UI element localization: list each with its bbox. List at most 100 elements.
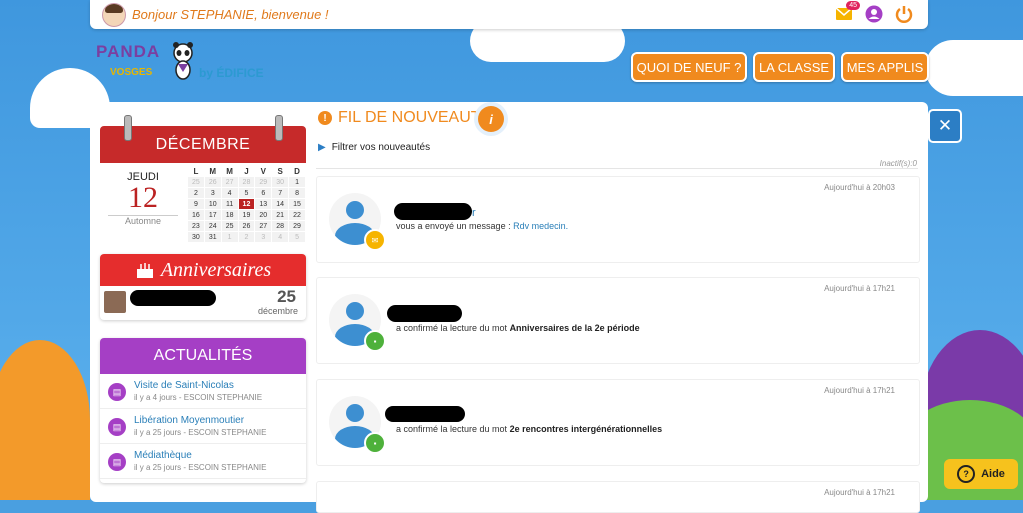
calendar-widget: DÉCEMBRE JEUDI 12 Automne L M M J V S D 25 26 27 2… xyxy=(100,115,306,250)
actualite-item[interactable]: ▤ Médiathèque il y a 25 jours - ESCOIN S… xyxy=(100,444,306,479)
calendar-day[interactable]: 22 xyxy=(288,209,306,221)
calendar-ring-icon xyxy=(124,115,132,141)
card-text: vous a envoyé un message : Rdv medecin. xyxy=(396,221,568,231)
cake-icon xyxy=(136,263,153,278)
calendar-day[interactable]: 13 xyxy=(254,198,273,210)
card-action: a confirmé la lecture du mot xyxy=(396,323,510,333)
nav-la-classe-button[interactable]: LA CLASSE xyxy=(753,52,835,82)
feed-card[interactable]: Aujourd'hui à 17h21 xyxy=(316,481,920,513)
calendar-day[interactable]: 29 xyxy=(288,220,306,232)
calendar-day[interactable]: 1 xyxy=(288,176,306,188)
logo-edifice: by ÉDIFICE xyxy=(199,66,264,80)
calendar-day[interactable]: 18 xyxy=(220,209,239,221)
calendar-day[interactable]: 28 xyxy=(271,220,290,232)
calendar-day[interactable]: 31 xyxy=(203,231,222,243)
power-icon[interactable] xyxy=(894,4,914,24)
calendar-day[interactable]: 19 xyxy=(237,209,256,221)
calendar-day[interactable]: 26 xyxy=(203,176,222,188)
calendar-day[interactable]: 24 xyxy=(203,220,222,232)
actualite-title[interactable]: Visite de Saint-Nicolas xyxy=(134,380,234,391)
calendar-season: Automne xyxy=(108,215,178,226)
calendar-day[interactable]: 25 xyxy=(187,176,205,188)
feed-card[interactable]: Aujourd'hui à 17h21 ▪ a confirmé la lect… xyxy=(316,379,920,466)
calendar-weekday-header: L xyxy=(187,165,205,177)
logo-panda: PANDA xyxy=(96,42,161,61)
card-name-tail: r xyxy=(472,207,476,219)
aide-button[interactable]: ? Aide xyxy=(944,459,1018,489)
calendar-day[interactable]: 7 xyxy=(271,187,290,199)
calendar-day[interactable]: 4 xyxy=(271,231,290,243)
calendar-day[interactable]: 20 xyxy=(254,209,273,221)
info-button[interactable]: i xyxy=(478,106,504,132)
inactive-count: Inactif(s):0 xyxy=(879,159,917,168)
calendar-day[interactable]: 5 xyxy=(288,231,306,243)
calendar-day[interactable]: 2 xyxy=(237,231,256,243)
calendar-day[interactable]: 21 xyxy=(271,209,290,221)
calendar-day[interactable]: 6 xyxy=(254,187,273,199)
feed-card[interactable]: Aujourd'hui à 20h03 ✉ r vous a envoyé un… xyxy=(316,176,920,263)
calendar-day[interactable]: 11 xyxy=(220,198,239,210)
calendar-day[interactable]: 1 xyxy=(220,231,239,243)
calendar-day[interactable]: 27 xyxy=(254,220,273,232)
top-bar: Bonjour STEPHANIE, bienvenue ! 45 xyxy=(90,0,928,29)
card-subject[interactable]: Anniversaires de la 2e période xyxy=(510,323,640,333)
calendar-day[interactable]: 30 xyxy=(187,231,205,243)
calendar-day[interactable]: 15 xyxy=(288,198,306,210)
calendar-day[interactable]: 28 xyxy=(237,176,256,188)
card-link[interactable]: Rdv medecin. xyxy=(513,221,568,231)
calendar-day[interactable]: 23 xyxy=(187,220,205,232)
calendar-day[interactable]: 30 xyxy=(271,176,290,188)
calendar-day[interactable]: 9 xyxy=(187,198,205,210)
messages-badge: 45 xyxy=(846,1,860,10)
newspaper-icon: ▤ xyxy=(108,453,126,471)
calendar-day[interactable]: 14 xyxy=(271,198,290,210)
calendar-day[interactable]: 8 xyxy=(288,187,306,199)
birthday-month: décembre xyxy=(257,306,298,316)
alert-icon: ! xyxy=(318,111,332,125)
anniversaires-title: Anniversaires xyxy=(160,258,272,281)
feed-card[interactable]: Aujourd'hui à 17h21 ▪ a confirmé la lect… xyxy=(316,277,920,364)
calendar-day[interactable]: 26 xyxy=(237,220,256,232)
tools-icon[interactable]: ✕ xyxy=(928,109,962,143)
mail-icon[interactable]: 45 xyxy=(834,1,860,24)
actualite-item[interactable]: ▤ Visite de Saint-Nicolas il y a 4 jours… xyxy=(100,374,306,409)
filter-toggle[interactable]: ▶ Filtrer vos nouveautés xyxy=(318,142,430,153)
actualite-title[interactable]: Médiathèque xyxy=(134,450,192,461)
chat-icon: ▪ xyxy=(364,432,386,454)
calendar-day[interactable]: 17 xyxy=(203,209,222,221)
calendar-day[interactable]: 5 xyxy=(237,187,256,199)
calendar-day[interactable]: 4 xyxy=(220,187,239,199)
card-action: a confirmé la lecture du mot xyxy=(396,424,510,434)
calendar-grid: L M M J V S D 25 26 27 28 29 30 1 2 3 4 5 6 7 8 9 10 11 12 13 14 15… xyxy=(187,165,306,243)
user-icon[interactable] xyxy=(864,4,884,24)
calendar-day[interactable]: 3 xyxy=(203,187,222,199)
actualite-title[interactable]: Libération Moyenmoutier xyxy=(134,415,244,426)
calendar-day[interactable]: 3 xyxy=(254,231,273,243)
card-time: Aujourd'hui à 17h21 xyxy=(824,386,895,395)
greeting-text: Bonjour STEPHANIE, bienvenue ! xyxy=(132,7,329,22)
calendar-day[interactable]: 2 xyxy=(187,187,205,199)
actualite-item[interactable]: ▤ Libération Moyenmoutier il y a 25 jour… xyxy=(100,409,306,444)
nav-quoi-de-neuf-button[interactable]: QUOI DE NEUF ? xyxy=(631,52,747,82)
calendar-day[interactable]: 12 xyxy=(237,198,256,210)
birthday-avatar[interactable] xyxy=(104,291,126,313)
redacted-name xyxy=(130,290,216,306)
redacted-name xyxy=(387,305,462,322)
logo[interactable]: PANDA VOSGES by ÉDIFICE xyxy=(96,42,271,84)
calendar-day[interactable]: 25 xyxy=(220,220,239,232)
card-text: a confirmé la lecture du mot Anniversair… xyxy=(396,323,640,333)
calendar-weekday-header: M xyxy=(220,165,239,177)
user-avatar[interactable] xyxy=(102,3,126,27)
card-subject[interactable]: 2e rencontres intergénérationnelles xyxy=(510,424,663,434)
calendar-day[interactable]: 27 xyxy=(220,176,239,188)
redacted-name xyxy=(385,406,465,422)
question-icon: ? xyxy=(957,465,976,483)
calendar-day[interactable]: 29 xyxy=(254,176,273,188)
calendar-day[interactable]: 10 xyxy=(203,198,222,210)
newspaper-icon: ▤ xyxy=(108,418,126,436)
calendar-weekday-header: M xyxy=(203,165,222,177)
calendar-today: JEUDI 12 Automne xyxy=(100,163,186,247)
nav-mes-applis-button[interactable]: MES APPLIS xyxy=(841,52,929,82)
birthday-day: 25 xyxy=(277,287,296,306)
calendar-day[interactable]: 16 xyxy=(187,209,205,221)
